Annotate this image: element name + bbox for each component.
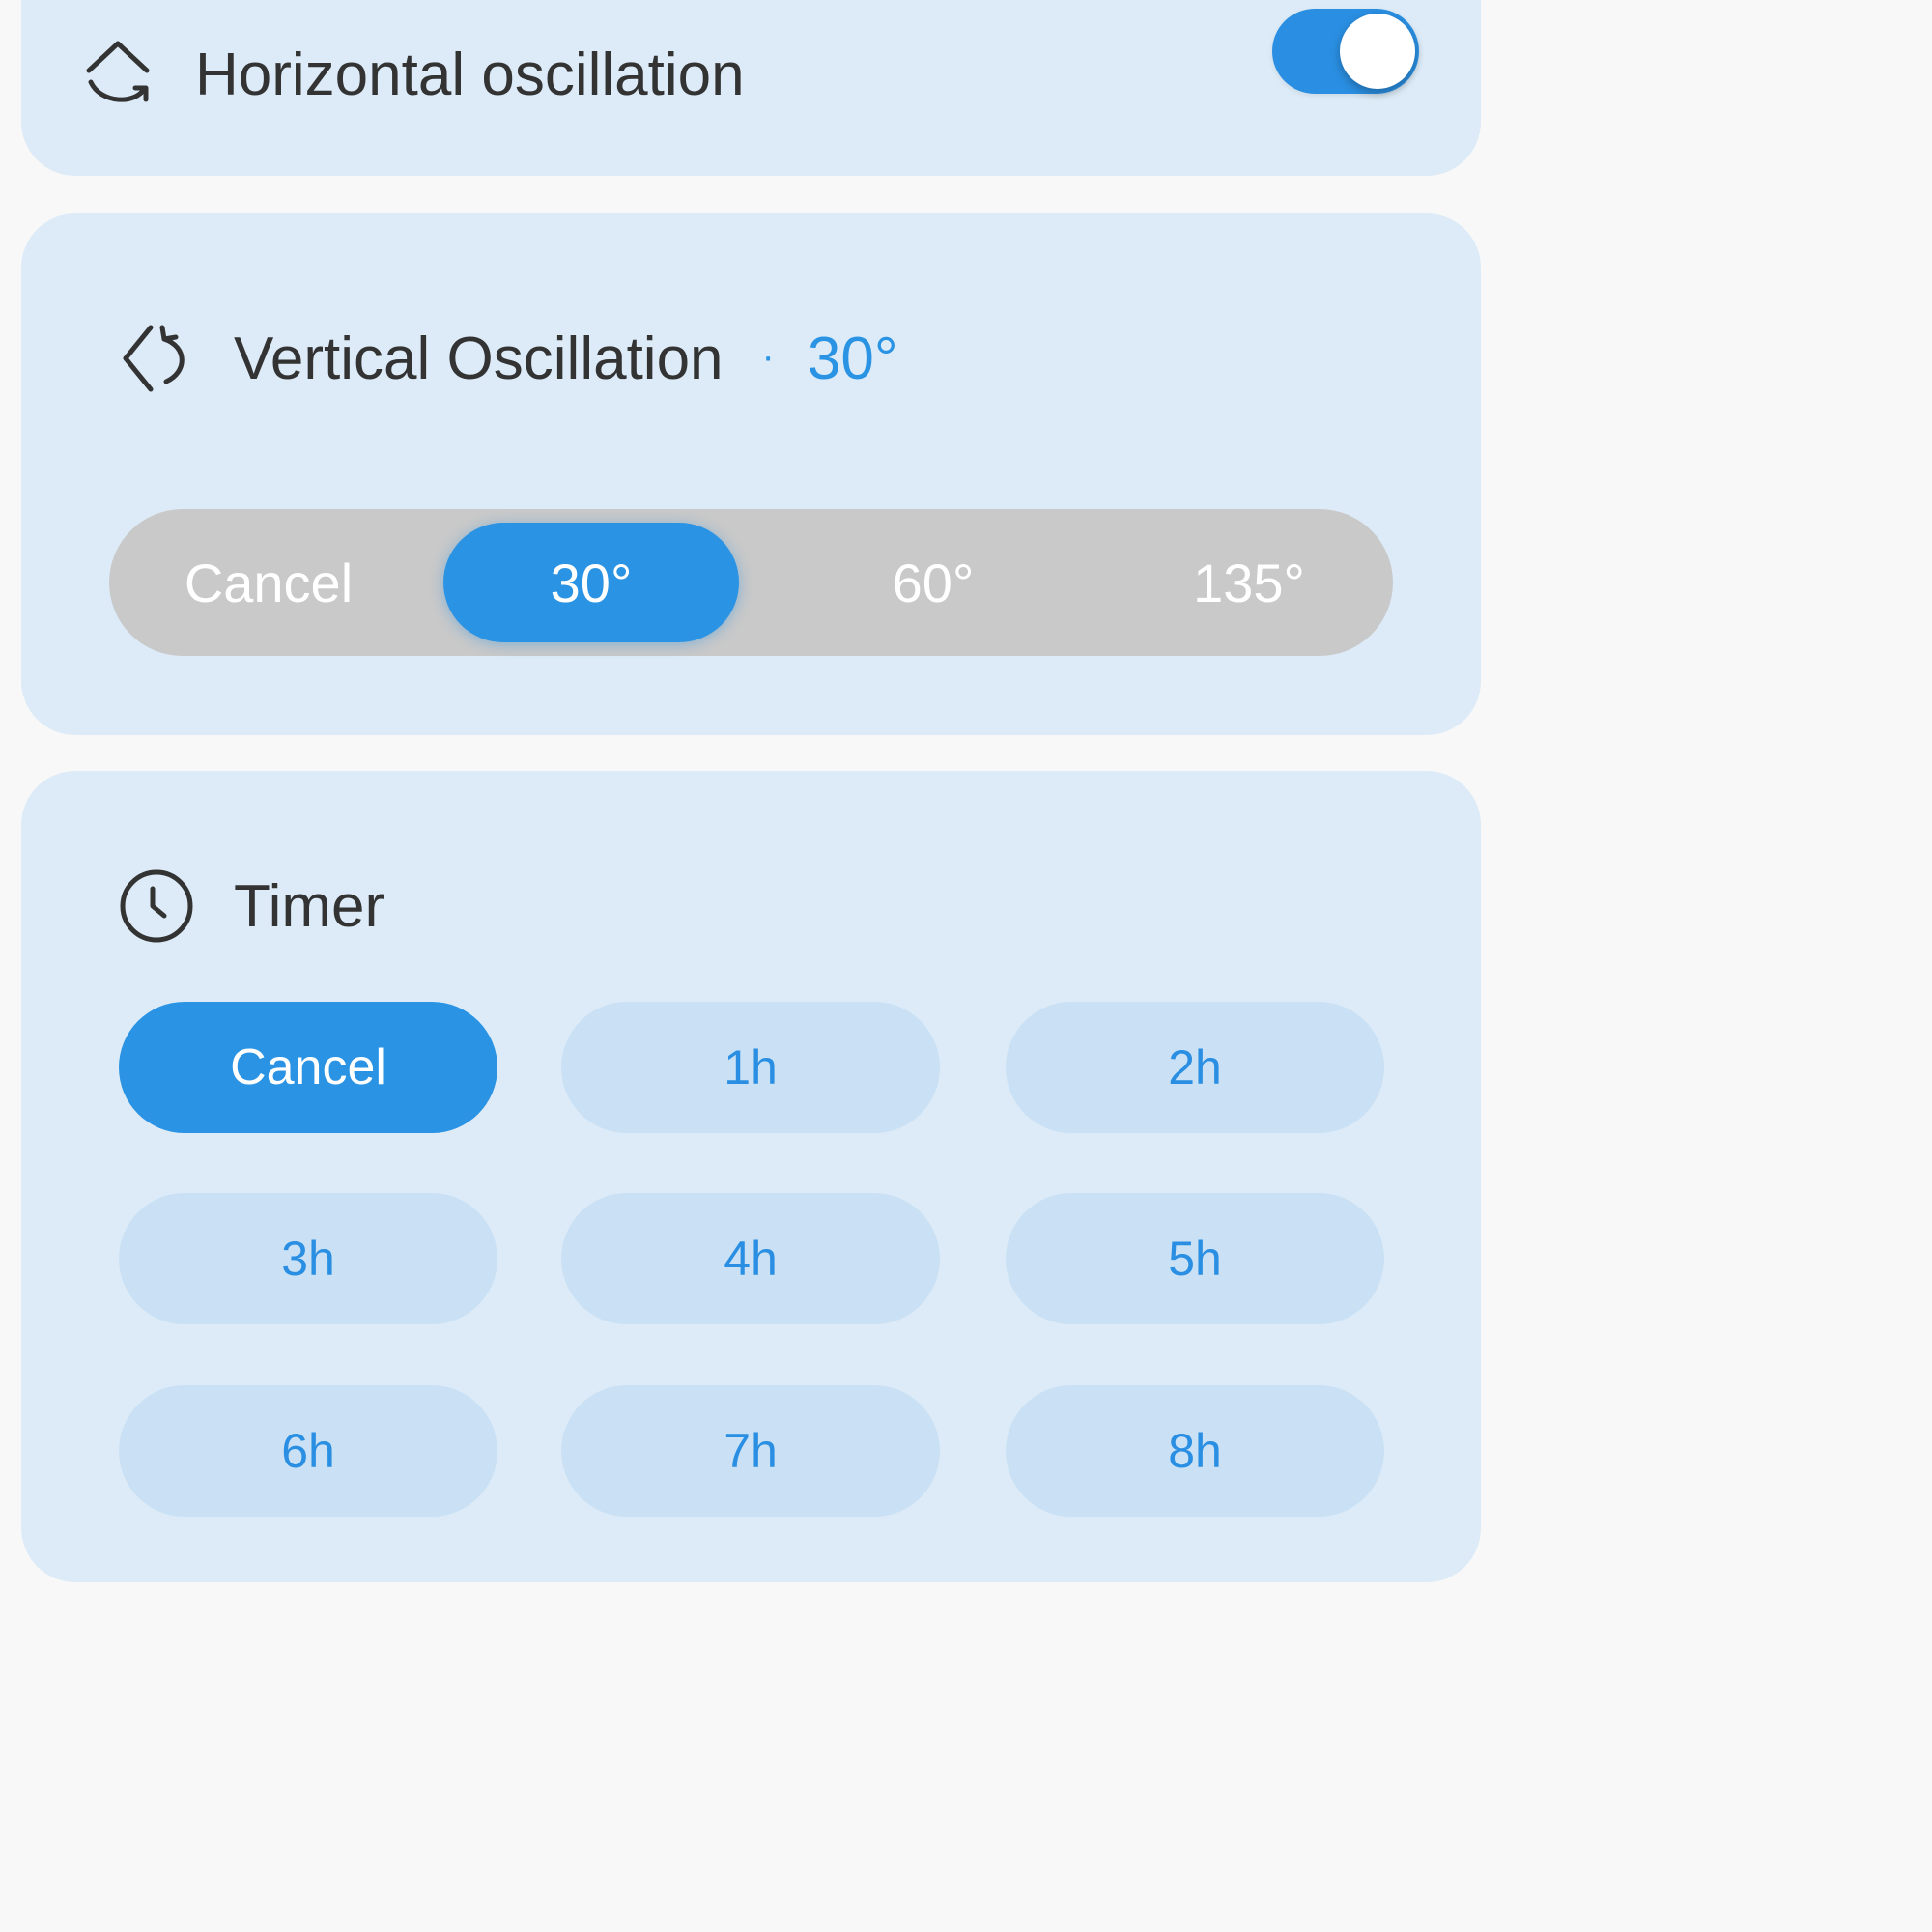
vertical-oscillation-label: Vertical Oscillation [234,325,724,392]
horizontal-oscillation-toggle[interactable] [1272,9,1419,94]
clock-icon [118,867,195,945]
angle-option-135[interactable]: 135° [1094,509,1404,656]
vertical-angle-selector: Cancel 30° 60° 135° [109,509,1393,656]
timer-label: Timer [234,872,385,940]
angle-option-cancel[interactable]: Cancel [109,509,428,656]
horizontal-oscillation-row: Horizontal oscillation [81,21,745,128]
horizontal-oscillation-card: Horizontal oscillation [21,0,1481,176]
timer-option-2h[interactable]: 2h [1006,1002,1384,1133]
vertical-rotate-icon [118,322,191,395]
timer-header: Timer [118,867,384,945]
timer-option-cancel[interactable]: Cancel [119,1002,497,1133]
timer-option-1h[interactable]: 1h [561,1002,940,1133]
vertical-oscillation-card: Vertical Oscillation · 30° Cancel 30° 60… [21,213,1481,735]
toggle-knob [1340,14,1415,89]
timer-option-3h[interactable]: 3h [119,1193,497,1324]
timer-option-4h[interactable]: 4h [561,1193,940,1324]
horizontal-rotate-icon [81,38,155,111]
timer-option-5h[interactable]: 5h [1006,1193,1384,1324]
vertical-oscillation-header: Vertical Oscillation · 30° [118,305,898,412]
timer-option-6h[interactable]: 6h [119,1385,497,1517]
vertical-oscillation-value: 30° [807,325,898,392]
title-separator: · [761,334,775,378]
angle-option-60[interactable]: 60° [785,509,1081,656]
timer-card: Timer Cancel 1h 2h 3h 4h 5h 6h 7h 8h [21,771,1481,1582]
timer-option-8h[interactable]: 8h [1006,1385,1384,1517]
timer-option-7h[interactable]: 7h [561,1385,940,1517]
horizontal-oscillation-label: Horizontal oscillation [195,41,745,108]
angle-option-30[interactable]: 30° [443,523,739,642]
